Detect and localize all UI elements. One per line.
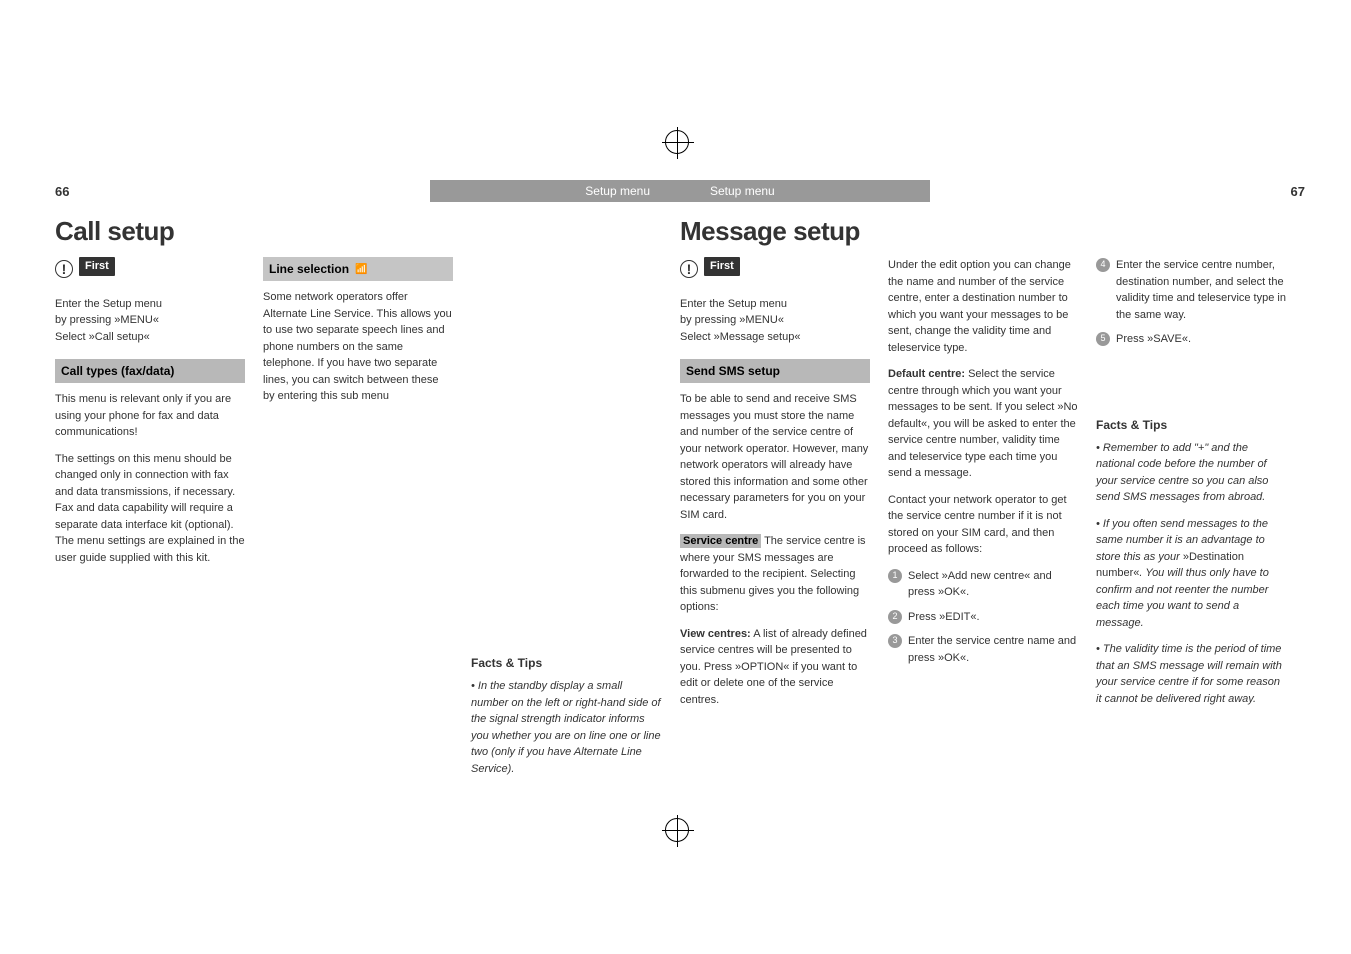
header-bar-left: 66 Setup menu	[55, 180, 680, 202]
facts-right-3: • The validity time is the period of tim…	[1096, 641, 1286, 707]
first-b-1: Enter the Setup menu	[680, 296, 870, 313]
col-5: Under the edit option you can change the…	[888, 257, 1078, 718]
step-3: 3 Enter the service centre name and pres…	[888, 633, 1078, 666]
col5-p3: Contact your network operator to get the…	[888, 492, 1078, 558]
signal-icon: 📶	[355, 262, 367, 277]
step5-text: Press »SAVE«.	[1116, 331, 1191, 348]
page-right: Setup menu 67 Message setup ! First Ente…	[680, 180, 1305, 777]
registration-mark-top	[665, 130, 689, 154]
step-2: 2 Press »EDIT«.	[888, 609, 1078, 626]
send-sms-heading: Send SMS setup	[680, 359, 870, 383]
page-number-right: 67	[1291, 184, 1305, 199]
step2-text: Press »EDIT«.	[908, 609, 980, 626]
step4-text: Enter the service centre number, destina…	[1116, 257, 1286, 323]
send-sms-p: To be able to send and receive SMS messa…	[680, 391, 870, 523]
facts-right-1: • Remember to add "+" and the national c…	[1096, 440, 1286, 506]
default-centre-text: Select the service centre through which …	[888, 368, 1078, 479]
bullet-5: 5	[1096, 332, 1110, 346]
header-label-right: Setup menu	[710, 184, 775, 198]
col5-p1: Under the edit option you can change the…	[888, 257, 1078, 356]
page-title-right: Message setup	[680, 216, 1305, 247]
first-a-3: Select »Call setup«	[55, 329, 245, 346]
view-centres-para: View centres: A list of already defined …	[680, 626, 870, 709]
header-bar-right: Setup menu 67	[680, 180, 1305, 202]
call-types-heading: Call types (fax/data)	[55, 359, 245, 383]
first-b-2: by pressing »MENU«	[680, 312, 870, 329]
default-centre-para: Default centre: Select the service centr…	[888, 366, 1078, 482]
first-box-a: Enter the Setup menu by pressing »MENU« …	[55, 296, 245, 346]
spread: 66 Setup menu Call setup ! First Enter t…	[55, 180, 1305, 777]
col-6: 4 Enter the service centre number, desti…	[1096, 257, 1286, 718]
line-selection-p: Some network operators offer Alternate L…	[263, 289, 453, 405]
view-centres-bold: View centres:	[680, 628, 751, 640]
header-label-left: Setup menu	[585, 184, 650, 198]
step-4: 4 Enter the service centre number, desti…	[1096, 257, 1286, 323]
col-2: Line selection 📶 Some network operators …	[263, 257, 453, 777]
facts-heading-left: Facts & Tips	[471, 654, 661, 672]
first-tag-b: First	[704, 257, 740, 276]
bullet-3: 3	[888, 634, 902, 648]
first-b-3: Select »Message setup«	[680, 329, 870, 346]
step-5: 5 Press »SAVE«.	[1096, 331, 1286, 348]
page-number-left: 66	[55, 184, 69, 199]
col-4: ! First Enter the Setup menu by pressing…	[680, 257, 870, 718]
service-centre-para: Service centre The service centre is whe…	[680, 533, 870, 616]
alert-icon: !	[680, 260, 698, 278]
first-a-1: Enter the Setup menu	[55, 296, 245, 313]
line-selection-heading: Line selection	[269, 260, 349, 278]
bullet-4: 4	[1096, 258, 1110, 272]
call-types-p1: This menu is relevant only if you are us…	[55, 391, 245, 441]
page-left: 66 Setup menu Call setup ! First Enter t…	[55, 180, 680, 777]
step1-text: Select »Add new centre« and press »OK«.	[908, 568, 1078, 601]
alert-icon: !	[55, 260, 73, 278]
step3-text: Enter the service centre name and press …	[908, 633, 1078, 666]
call-types-p2: The settings on this menu should be chan…	[55, 451, 245, 567]
first-tag: First	[79, 257, 115, 276]
bullet-2: 2	[888, 610, 902, 624]
facts-heading-right: Facts & Tips	[1096, 416, 1286, 434]
first-box-b: Enter the Setup menu by pressing »MENU« …	[680, 296, 870, 346]
col-3: Facts & Tips • In the standby display a …	[471, 257, 661, 777]
service-centre-label: Service centre	[680, 534, 761, 548]
step-1: 1 Select »Add new centre« and press »OK«…	[888, 568, 1078, 601]
facts-left-p: • In the standby display a small number …	[471, 678, 661, 777]
col-1: ! First Enter the Setup menu by pressing…	[55, 257, 245, 777]
default-centre-bold: Default centre:	[888, 368, 965, 380]
bullet-1: 1	[888, 569, 902, 583]
first-a-2: by pressing »MENU«	[55, 312, 245, 329]
registration-mark-bottom	[665, 818, 689, 842]
page-title-left: Call setup	[55, 216, 680, 247]
facts-right-2: • If you often send messages to the same…	[1096, 516, 1286, 632]
